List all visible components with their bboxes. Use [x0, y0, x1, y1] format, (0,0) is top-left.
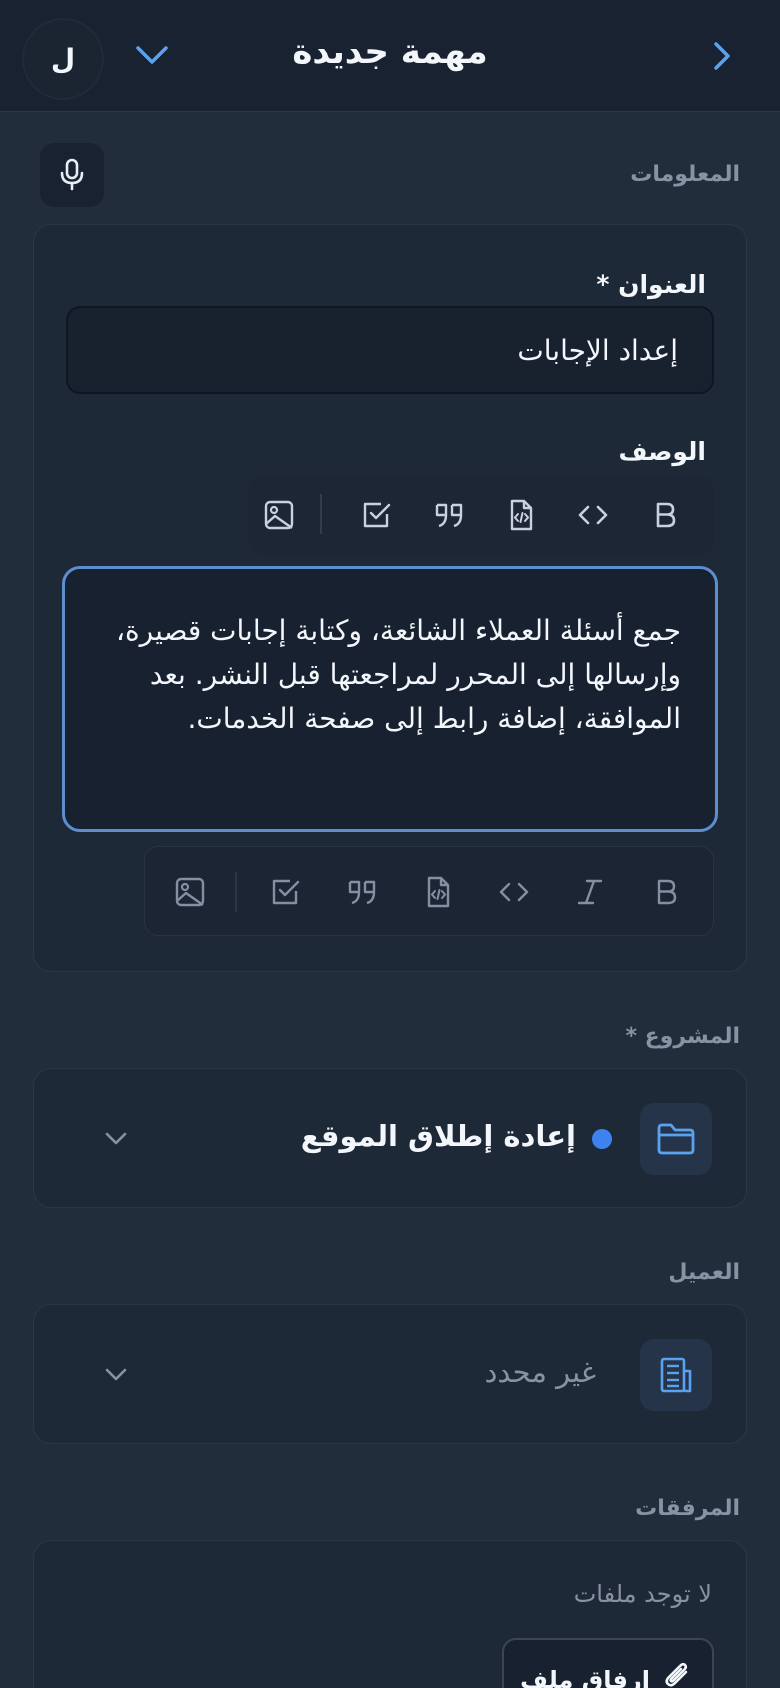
microphone-icon [60, 158, 84, 191]
title-input-value: إعداد الإجابات [517, 333, 678, 367]
formatting-toolbar [248, 476, 714, 554]
quote-icon[interactable] [432, 498, 466, 532]
chevron-down-icon[interactable] [130, 38, 174, 74]
avatar[interactable]: ل [22, 18, 104, 100]
description-editor[interactable]: جمع أسئلة العملاء الشائعة، وكتابة إجابات… [62, 566, 718, 832]
bold-icon[interactable] [648, 498, 682, 532]
building-icon [660, 1357, 692, 1393]
attach-file-button[interactable]: إرفاق ملف [502, 1638, 714, 1688]
description-field-label: الوصف [618, 437, 706, 466]
checkbox-icon[interactable] [360, 498, 394, 532]
client-section-label: العميل [668, 1260, 740, 1285]
voice-input-button[interactable] [40, 143, 104, 207]
project-select[interactable]: إعادة إطلاق الموقع [33, 1068, 747, 1208]
top-app-bar: مهمة جديدة ل [0, 0, 780, 112]
project-section-label: المشروع * [625, 1024, 741, 1049]
chevron-down-icon [102, 1365, 130, 1385]
avatar-initial: ل [50, 42, 76, 76]
description-text: جمع أسئلة العملاء الشائعة، وكتابة إجابات… [115, 614, 681, 735]
toolbar-divider [320, 494, 322, 534]
code-file-icon[interactable] [504, 498, 538, 532]
italic-icon[interactable] [573, 875, 607, 909]
title-input[interactable]: إعداد الإجابات [66, 306, 714, 394]
formatting-toolbar-bottom [144, 846, 714, 936]
client-value: غير محدد [484, 1355, 596, 1389]
chevron-down-icon [102, 1129, 130, 1149]
code-icon[interactable] [497, 875, 531, 909]
client-icon-box [640, 1339, 712, 1411]
info-section-label: المعلومات [630, 162, 740, 187]
title-field-label: العنوان * [596, 270, 706, 299]
client-select[interactable]: غير محدد [33, 1304, 747, 1444]
attach-file-label: إرفاق ملف [520, 1666, 650, 1688]
quote-icon[interactable] [345, 875, 379, 909]
toolbar-divider [235, 872, 237, 912]
page-title: مهمة جديدة [292, 32, 488, 72]
code-icon[interactable] [576, 498, 610, 532]
paperclip-icon [665, 1662, 688, 1687]
image-icon[interactable] [262, 498, 296, 532]
image-icon[interactable] [173, 875, 207, 909]
attachments-empty-text: لا توجد ملفات [573, 1580, 712, 1608]
code-file-icon[interactable] [421, 875, 455, 909]
attachments-section-label: المرفقات [635, 1496, 740, 1521]
folder-icon [657, 1123, 695, 1155]
project-icon-box [640, 1103, 712, 1175]
project-color-dot [592, 1129, 612, 1149]
checkbox-icon[interactable] [269, 875, 303, 909]
bold-icon[interactable] [649, 875, 683, 909]
project-value: إعادة إطلاق الموقع [300, 1119, 576, 1153]
